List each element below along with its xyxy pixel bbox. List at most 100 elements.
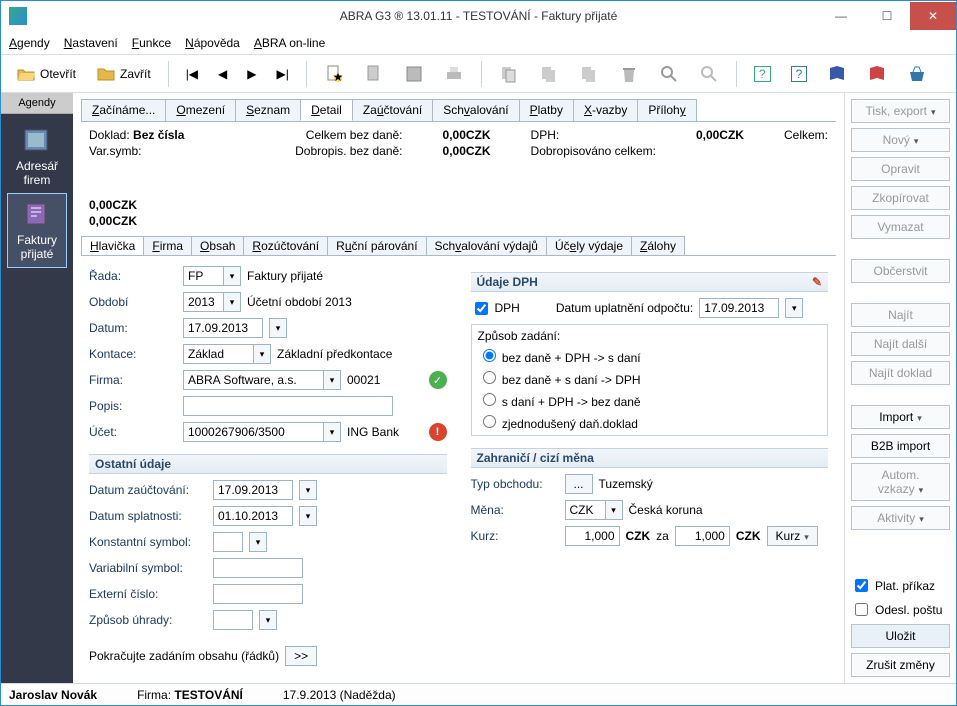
tool-book2-button[interactable] <box>860 60 894 88</box>
datum-input[interactable] <box>183 318 263 338</box>
menu-nastaveni[interactable]: Nastavení <box>64 36 118 50</box>
menu-napoveda[interactable]: Nápověda <box>185 36 240 50</box>
aktivity-button[interactable]: Aktivity▾ <box>851 506 950 530</box>
close-agenda-button[interactable]: Zavřít <box>89 60 158 88</box>
najit-dalsi-button[interactable]: Najít další <box>851 332 950 356</box>
tab-zaciname[interactable]: Začínáme... <box>81 99 166 121</box>
subtab-firma[interactable]: Firma <box>143 236 192 255</box>
subtab-rozuctovani[interactable]: Rozúčtování <box>243 236 328 255</box>
tool-basket-button[interactable] <box>900 60 934 88</box>
tool-new-button[interactable]: ★ <box>317 60 351 88</box>
var-symbol-input[interactable] <box>213 558 303 578</box>
firma-combo[interactable]: ▾ <box>183 370 341 390</box>
tab-schvalovani[interactable]: Schvalování <box>432 99 519 121</box>
plat-prikaz-checkbox[interactable]: Plat. příkaz <box>851 576 950 595</box>
date-picker-button[interactable]: ▾ <box>269 318 287 338</box>
tool-find-button[interactable] <box>652 60 686 88</box>
import-button[interactable]: Import▾ <box>851 405 950 429</box>
nav-last-button[interactable]: ▶| <box>270 63 296 85</box>
sidebar-item-faktury[interactable]: Faktury přijaté <box>7 193 67 268</box>
tab-seznam[interactable]: Seznam <box>235 99 301 121</box>
zkopirovat-button[interactable]: Zkopírovat <box>851 186 950 210</box>
nav-next-button[interactable]: ▶ <box>240 63 263 85</box>
tab-platby[interactable]: Platby <box>519 99 574 121</box>
tool-paste1-button[interactable] <box>532 60 566 88</box>
kurz2-input[interactable] <box>675 526 730 546</box>
app-window: ABRA G3 ® 13.01.11 - TESTOVÁNÍ - Faktury… <box>0 0 957 706</box>
radio-r2[interactable]: bez daně + s daní -> DPH <box>478 368 822 387</box>
help2-icon: ? <box>791 66 808 82</box>
najit-button[interactable]: Najít <box>851 303 950 327</box>
subtab-ucely-vydaje[interactable]: Účely výdaje <box>546 236 632 255</box>
tab-zauctovani[interactable]: Zaúčtování <box>352 99 433 121</box>
subtab-schvalovani-vydaju[interactable]: Schvalování výdajů <box>426 236 547 255</box>
kurz-button[interactable]: Kurz▾ <box>767 526 818 546</box>
kurz1-input[interactable] <box>565 526 620 546</box>
najit-doklad-button[interactable]: Najít doklad <box>851 361 950 385</box>
datum-odp-input[interactable] <box>699 298 779 318</box>
kontace-combo[interactable]: ▾ <box>183 344 271 364</box>
novy-button[interactable]: Nový▾ <box>851 128 950 152</box>
tool-find2-button[interactable] <box>692 60 726 88</box>
tab-prilohy[interactable]: Přílohy <box>637 99 696 121</box>
minimize-button[interactable]: — <box>818 2 864 30</box>
tool-help1-button[interactable]: ? <box>747 62 778 86</box>
zrusit-button[interactable]: Zrušit změny <box>851 653 950 677</box>
radio-r4[interactable]: zjednodušený daň.doklad <box>478 412 822 431</box>
konst-symbol-input[interactable] <box>213 532 243 552</box>
tab-xvazby[interactable]: X-vazby <box>573 99 638 121</box>
documents2-icon <box>579 64 599 84</box>
tool-save-button[interactable] <box>397 60 431 88</box>
nav-first-button[interactable]: |◀ <box>179 63 205 85</box>
close-button[interactable]: ✕ <box>910 2 956 30</box>
tool-copy-button[interactable] <box>492 60 526 88</box>
open-button[interactable]: Otevřít <box>9 60 83 88</box>
popis-input[interactable] <box>183 396 393 416</box>
menu-agendy[interactable]: Agendy <box>9 36 50 50</box>
maximize-button[interactable]: ☐ <box>864 2 910 30</box>
toolbar: Otevřít Zavřít |◀ ◀ ▶ ▶| ★ ? ? <box>1 55 956 93</box>
book-icon <box>827 64 847 84</box>
subtab-hlavicka[interactable]: Hlavička <box>81 236 144 255</box>
typ-obchodu-button[interactable]: ... <box>565 474 593 494</box>
datum-splat-input[interactable] <box>213 506 293 526</box>
odesl-postu-checkbox[interactable]: Odesl. poštu <box>851 600 950 619</box>
zpusob-uhrady-input[interactable] <box>213 610 253 630</box>
b2b-import-button[interactable]: B2B import <box>851 434 950 458</box>
tab-omezeni[interactable]: Omezení <box>165 99 236 121</box>
obdobi-combo[interactable]: ▾ <box>183 292 241 312</box>
tool-edit-button[interactable] <box>357 60 391 88</box>
tool-help2-button[interactable]: ? <box>784 62 815 86</box>
next-button[interactable]: >> <box>285 646 317 666</box>
datum-zauct-input[interactable] <box>213 480 293 500</box>
rada-combo[interactable]: ▾ <box>183 266 241 286</box>
pencil-icon[interactable]: ✎ <box>812 275 822 289</box>
tool-print-button[interactable] <box>437 60 471 88</box>
tool-delete-button[interactable] <box>612 60 646 88</box>
tab-detail[interactable]: Detail <box>300 99 353 121</box>
tool-book1-button[interactable] <box>820 60 854 88</box>
radio-r1[interactable]: bez daně + DPH -> s daní <box>478 346 822 365</box>
opravit-button[interactable]: Opravit <box>851 157 950 181</box>
ucet-combo[interactable]: ▾ <box>183 422 341 442</box>
subtab-zalohy[interactable]: Zálohy <box>631 236 685 255</box>
obcerstvit-button[interactable]: Občerstvit <box>851 259 950 283</box>
radio-r3[interactable]: s daní + DPH -> bez daně <box>478 390 822 409</box>
vymazat-button[interactable]: Vymazat <box>851 215 950 239</box>
tool-paste2-button[interactable] <box>572 60 606 88</box>
autom-vzkazy-button[interactable]: Autom. vzkazy▾ <box>851 463 950 501</box>
dropdown-icon[interactable]: ▾ <box>223 266 241 286</box>
menu-funkce[interactable]: Funkce <box>132 36 171 50</box>
tisk-button[interactable]: Tisk, export▾ <box>851 99 950 123</box>
ext-cislo-input[interactable] <box>213 584 303 604</box>
mena-combo[interactable]: ▾ <box>565 500 623 520</box>
subtab-obsah[interactable]: Obsah <box>191 236 244 255</box>
doklad-value: Bez čísla <box>133 128 184 142</box>
dph-checkbox[interactable]: DPH <box>471 299 520 318</box>
sidebar-tab-agendy[interactable]: Agendy <box>1 93 73 114</box>
menu-abra-online[interactable]: ABRA on-line <box>254 36 325 50</box>
ulozit-button[interactable]: Uložit <box>851 624 950 648</box>
subtab-rucni-parovani[interactable]: Ruční párování <box>327 236 426 255</box>
nav-prev-button[interactable]: ◀ <box>211 63 234 85</box>
sidebar-item-adresar[interactable]: Adresář firem <box>7 120 67 193</box>
